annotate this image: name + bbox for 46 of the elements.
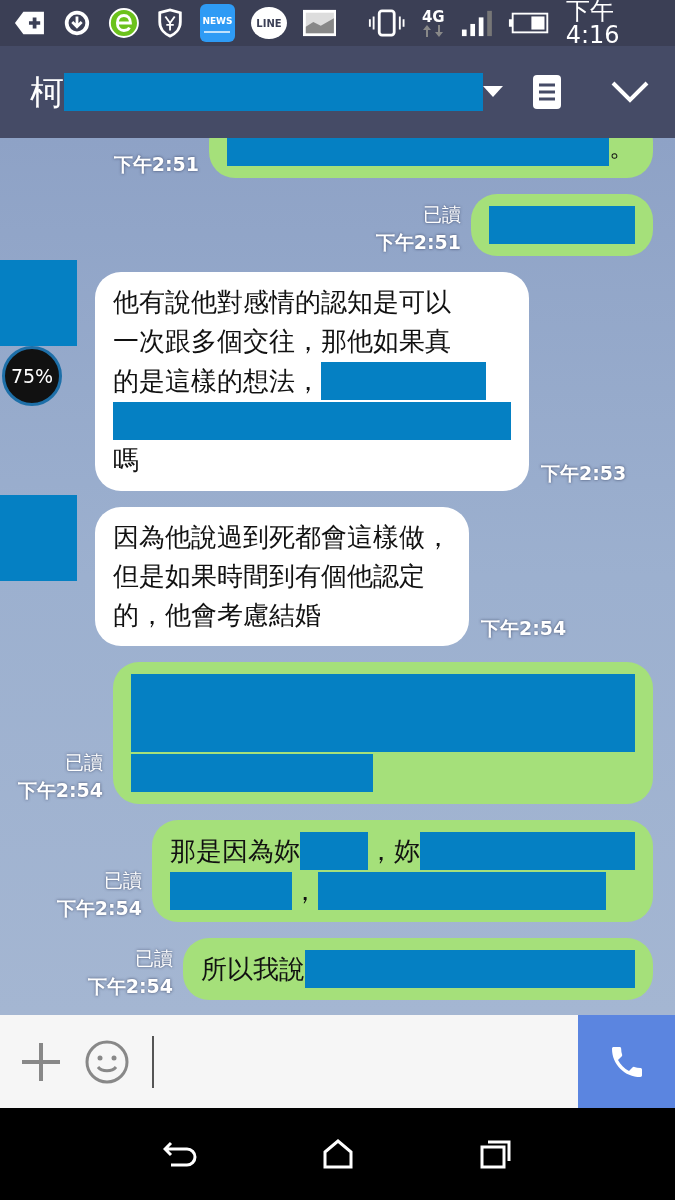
read-receipt: 已讀 [104,868,142,893]
message-time: 下午2:51 [113,152,199,177]
notes-icon[interactable] [533,75,561,109]
message-time: 下午2:54 [87,974,173,999]
line-chat-icon: LINE [251,7,287,39]
add-icon[interactable] [20,1040,62,1083]
message-text: 他有說他對感情的認知是可以 [113,286,451,319]
message-text: 那是因為妳 [170,834,300,868]
message-text: 嗎 [113,444,139,477]
signal-icon [460,8,493,38]
memory-widget[interactable]: 75% [2,346,62,406]
battery-icon [508,11,550,35]
emoji-icon[interactable] [84,1038,130,1085]
dropdown-caret-icon[interactable] [483,86,503,98]
message-text: 但是如果時間到有個他認定 [113,560,425,593]
message-text: 因為他說過到死都會這樣做， [113,521,451,554]
read-receipt: 已讀 [135,946,173,971]
collapse-chevron-icon[interactable] [611,81,649,103]
back-icon[interactable] [162,1139,197,1169]
clock: 下午4:16 [565,0,621,47]
vibrate-icon [368,8,406,38]
shield-icon [155,7,184,39]
message-text: 一次跟多個交往，那他如果真 [113,325,451,358]
call-button[interactable] [578,1015,675,1108]
message-text: 的，他會考慮結婚 [113,599,321,632]
browser-icon [107,6,140,40]
home-icon[interactable] [322,1139,355,1169]
message-time: 下午2:51 [375,230,461,255]
image-icon [302,9,337,37]
chat-title: 柯 [30,70,64,114]
message-time: 下午2:54 [481,616,567,641]
message-time: 下午2:54 [56,896,142,921]
recent-apps-icon[interactable] [480,1139,513,1169]
add-tag-icon [14,9,46,37]
network-type: 4G [421,9,445,37]
message-time: 下午2:54 [17,778,103,803]
redaction-block [300,832,368,870]
message-text: ， [292,874,318,908]
message-text: ，妳 [368,834,420,868]
message-text: 所以我說 [201,952,305,986]
message-text: 的是這樣的想法， [113,364,321,398]
news-app-icon: NEWS [199,4,236,42]
message-time: 下午2:53 [541,461,627,486]
message-text: 。 [609,138,635,164]
read-receipt: 已讀 [423,202,461,227]
read-receipt: 已讀 [65,750,103,775]
